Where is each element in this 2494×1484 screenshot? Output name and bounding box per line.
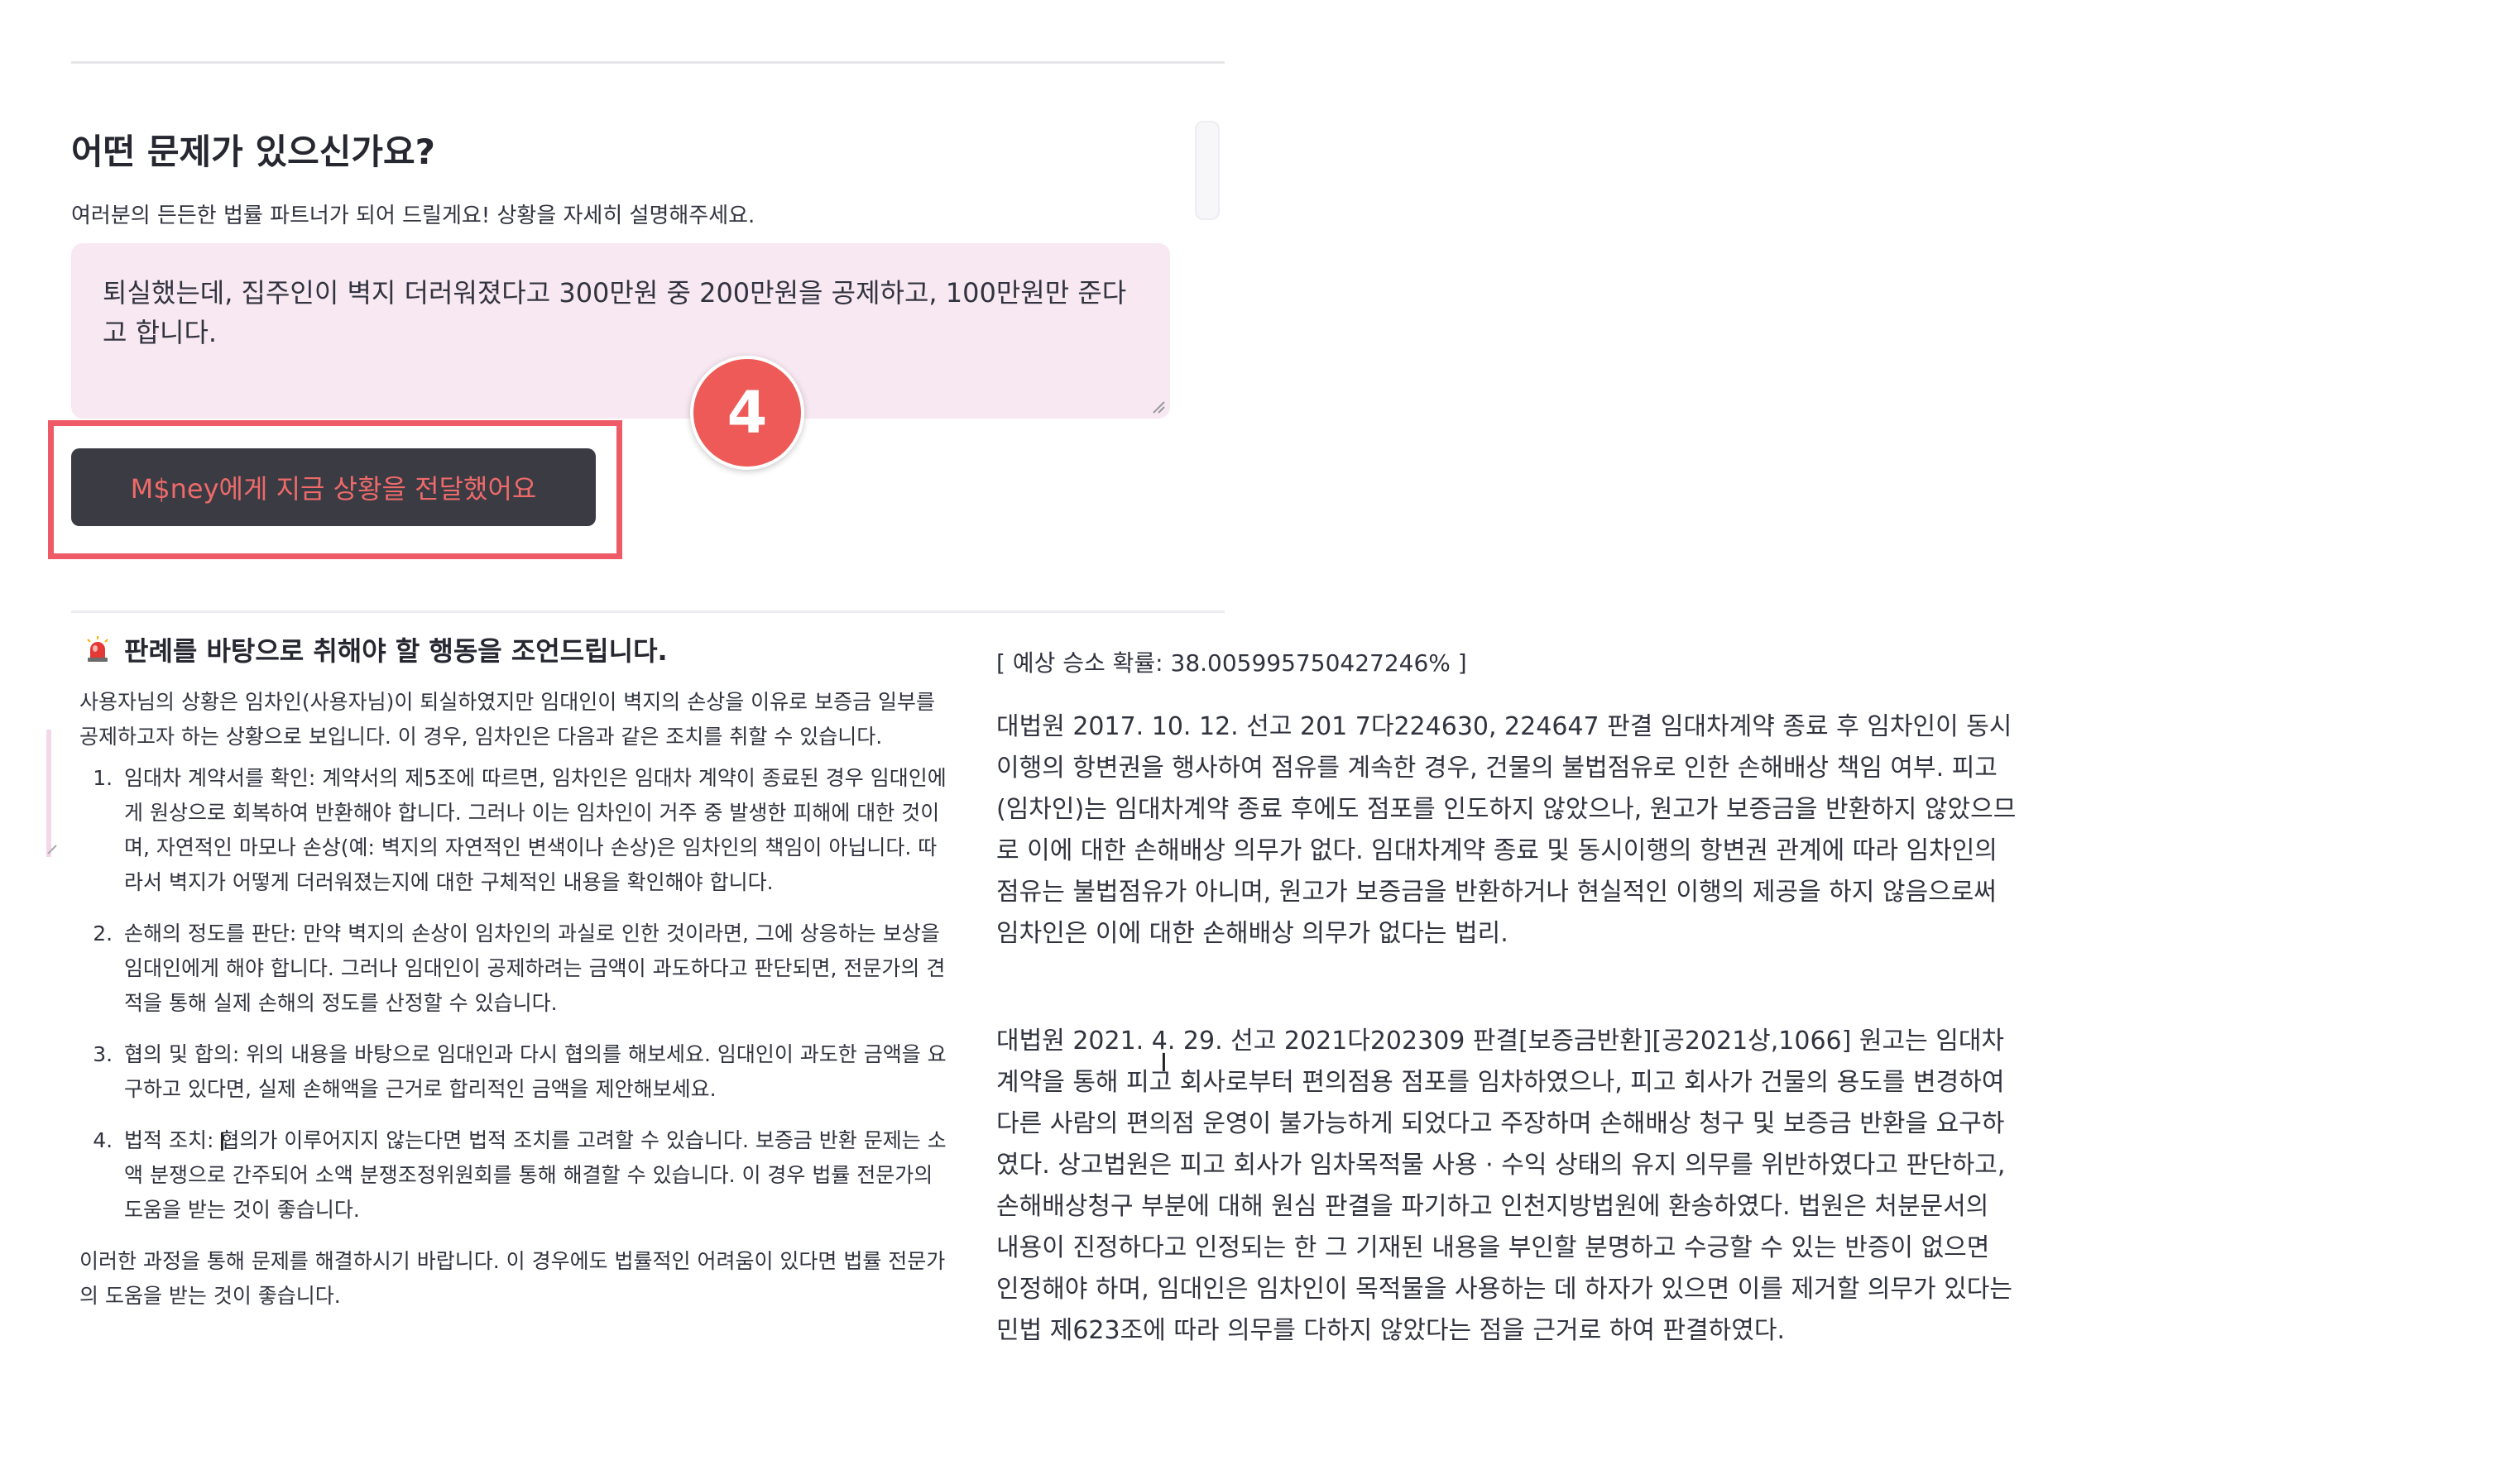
advice-step: 손해의 정도를 판단: 만약 벽지의 손상이 임차인의 과실로 인한 것이라면,… xyxy=(119,917,948,1021)
win-probability: [ 예상 승소 확률: 38.005995750427246% ] xyxy=(996,649,1467,677)
step-number-badge: 4 xyxy=(690,356,804,470)
situation-textarea-value: 퇴실했는데, 집주인이 벽지 더러워졌다고 300만원 중 200만원을 공제하… xyxy=(103,277,1127,348)
advice-step: 법적 조치: 협의가 이루어지지 않는다면 법적 조치를 고려할 수 있습니다.… xyxy=(119,1123,948,1228)
siren-icon xyxy=(87,636,108,662)
form-heading: 어떤 문제가 있으신가요? xyxy=(71,132,436,172)
top-divider xyxy=(71,61,1225,64)
collapsed-panel-edge xyxy=(46,730,57,857)
advice-title: 판례를 바탕으로 취해야 할 행동을 조언드립니다. xyxy=(83,630,668,668)
advice-step: 협의 및 합의: 위의 내용을 바탕으로 임대인과 다시 협의를 해보세요. 임… xyxy=(119,1037,948,1107)
situation-textarea[interactable]: 퇴실했는데, 집주인이 벽지 더러워졌다고 300만원 중 200만원을 공제하… xyxy=(71,243,1170,419)
advice-step: 임대차 계약서를 확인: 계약서의 제5조에 따르면, 임차인은 임대차 계약이… xyxy=(119,761,948,900)
resize-handle-icon[interactable] xyxy=(1150,399,1165,414)
precedent-summary: 대법원 2017. 10. 12. 선고 201 7다224630, 22464… xyxy=(996,712,2017,948)
advice-closing: 이러한 과정을 통해 문제를 해결하시기 바랍니다. 이 경우에도 법률적인 어… xyxy=(79,1249,946,1308)
advice-body: 사용자님의 상황은 임차인(사용자님)이 퇴실하였지만 임대인이 벽지의 손상을… xyxy=(79,685,948,1320)
precedent-summary: 대법원 2021. 4. 29. 선고 2021다202309 판결[보증금반환… xyxy=(996,1027,2012,1345)
advice-steps-list: 임대차 계약서를 확인: 계약서의 제5조에 따르면, 임차인은 임대차 계약이… xyxy=(79,761,948,1228)
text-cursor-icon: I xyxy=(218,1128,226,1157)
submit-situation-button[interactable]: M$ney에게 지금 상황을 전달했어요 xyxy=(71,448,596,526)
advice-intro: 사용자님의 상황은 임차인(사용자님)이 퇴실하였지만 임대인이 벽지의 손상을… xyxy=(79,690,936,749)
side-panel-edge xyxy=(1195,121,1220,220)
section-divider xyxy=(71,610,1225,613)
advice-title-text: 판례를 바탕으로 취해야 할 행동을 조언드립니다. xyxy=(124,635,668,667)
text-cursor-icon: I xyxy=(1160,1049,1168,1078)
form-subtext: 여러분의 든든한 법률 파트너가 되어 드릴게요! 상황을 자세히 설명해주세요… xyxy=(71,203,755,228)
